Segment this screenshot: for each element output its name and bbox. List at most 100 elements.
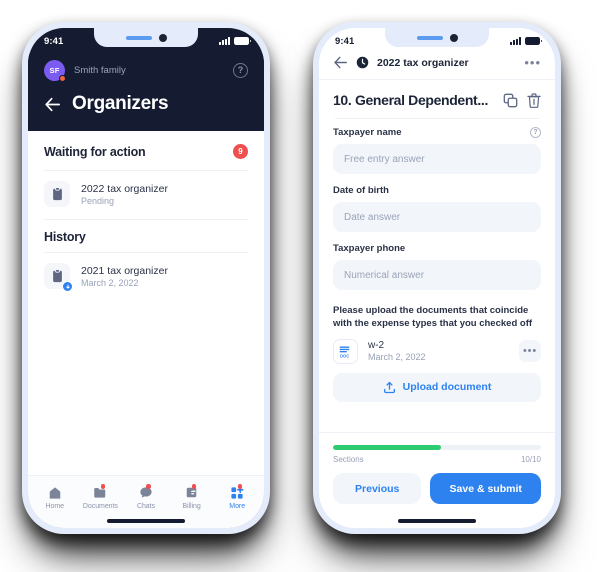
bottom-tab-bar: Home Documents Chats Billing More bbox=[28, 475, 264, 514]
list-item-title: 2021 tax organizer bbox=[81, 264, 168, 277]
field-label-row: Date of birth bbox=[333, 185, 541, 196]
form-fields: Taxpayer name ? Free entry answer Date o… bbox=[319, 119, 555, 421]
notification-dot-icon bbox=[237, 484, 243, 489]
content-body: Waiting for action 9 2022 tax organizer … bbox=[28, 131, 264, 528]
camera-icon bbox=[449, 33, 458, 42]
list-item-texts: 2021 tax organizer March 2, 2022 bbox=[81, 265, 168, 288]
dark-header: SF Smith family ? Organizers bbox=[28, 54, 264, 131]
waiting-count-badge: 9 bbox=[233, 144, 248, 159]
progress-labels: Sections 10/10 bbox=[333, 455, 541, 464]
billing-card-icon bbox=[185, 484, 198, 500]
presence-dot-icon bbox=[59, 74, 66, 82]
speaker-icon bbox=[125, 35, 152, 40]
clipboard-icon bbox=[44, 181, 70, 207]
account-row[interactable]: SF Smith family ? bbox=[44, 56, 248, 84]
download-badge-icon bbox=[62, 281, 73, 292]
field-taxpayer-phone: Taxpayer phone Numerical answer bbox=[333, 243, 541, 290]
upload-document-button[interactable]: Upload document bbox=[333, 372, 541, 402]
help-icon[interactable]: ? bbox=[233, 62, 248, 78]
progress-value: 10/10 bbox=[520, 455, 541, 464]
field-label: Taxpayer name bbox=[333, 127, 402, 138]
phone-device-left: 9:41 SF Smith family ? Organizers Waitin… bbox=[22, 22, 270, 534]
screen-organizers-list: 9:41 SF Smith family ? Organizers Waitin… bbox=[28, 28, 264, 528]
overflow-menu-icon[interactable]: ••• bbox=[524, 56, 541, 69]
battery-icon bbox=[234, 37, 252, 45]
back-arrow-icon[interactable] bbox=[333, 56, 348, 69]
phone-device-right: 9:41 2022 tax organizer ••• 10. General … bbox=[313, 22, 561, 534]
page-title: Organizers bbox=[72, 93, 169, 114]
screen-organizer-form: 9:41 2022 tax organizer ••• 10. General … bbox=[319, 28, 555, 528]
uploaded-document-row[interactable]: DOC w-2 March 2, 2022 ••• bbox=[333, 338, 541, 364]
question-title: 10. General Dependent... bbox=[333, 92, 488, 108]
document-date: March 2, 2022 bbox=[368, 352, 426, 363]
tab-label: More bbox=[229, 503, 246, 510]
tab-label: Home bbox=[45, 503, 65, 510]
clipboard-download-icon bbox=[44, 263, 73, 292]
home-icon bbox=[48, 485, 62, 500]
avatar[interactable]: SF bbox=[44, 59, 66, 82]
tab-billing[interactable]: Billing bbox=[170, 484, 214, 510]
list-item[interactable]: 2022 tax organizer Pending bbox=[28, 171, 264, 219]
list-item-texts: 2022 tax organizer Pending bbox=[81, 183, 168, 206]
progress-bar bbox=[333, 445, 541, 450]
trash-icon[interactable] bbox=[527, 92, 541, 108]
history-section-title: History bbox=[44, 230, 86, 244]
status-time: 9:41 bbox=[44, 35, 64, 47]
tab-documents[interactable]: Documents bbox=[78, 484, 122, 510]
form-header: 2022 tax organizer ••• bbox=[319, 54, 555, 80]
upload-icon bbox=[383, 381, 396, 394]
signal-icon bbox=[510, 37, 521, 45]
field-label-row: Taxpayer name ? bbox=[333, 127, 541, 138]
list-item[interactable]: 2021 tax organizer March 2, 2022 bbox=[28, 253, 264, 301]
history-section-header: History bbox=[28, 220, 264, 252]
status-icons bbox=[219, 37, 252, 45]
progress-label: Sections bbox=[333, 455, 364, 464]
save-submit-button[interactable]: Save & submit bbox=[430, 473, 541, 504]
status-icons bbox=[510, 37, 543, 45]
field-label: Taxpayer phone bbox=[333, 243, 406, 254]
svg-text:DOC: DOC bbox=[340, 353, 349, 358]
copy-icon[interactable] bbox=[503, 93, 518, 108]
upload-prompt: Please upload the documents that coincid… bbox=[333, 305, 533, 330]
previous-button[interactable]: Previous bbox=[333, 473, 422, 504]
tab-chats[interactable]: Chats bbox=[124, 484, 168, 510]
field-label-row: Taxpayer phone bbox=[333, 243, 541, 254]
camera-icon bbox=[158, 33, 167, 42]
question-title-row: 10. General Dependent... bbox=[319, 80, 555, 118]
notification-dot-icon bbox=[100, 484, 106, 489]
taxpayer-phone-input[interactable]: Numerical answer bbox=[333, 260, 541, 290]
device-notch bbox=[94, 28, 198, 47]
document-menu-icon[interactable]: ••• bbox=[519, 340, 541, 363]
field-date-of-birth: Date of birth Date answer bbox=[333, 185, 541, 232]
back-arrow-icon[interactable] bbox=[44, 97, 61, 112]
taxpayer-name-input[interactable]: Free entry answer bbox=[333, 144, 541, 174]
field-taxpayer-name: Taxpayer name ? Free entry answer bbox=[333, 127, 541, 174]
tab-more[interactable]: More bbox=[215, 484, 259, 510]
help-icon[interactable]: ? bbox=[530, 127, 541, 138]
document-name: w-2 bbox=[368, 340, 385, 352]
folder-icon bbox=[93, 484, 107, 500]
tab-label: Documents bbox=[82, 503, 118, 510]
date-of-birth-input[interactable]: Date answer bbox=[333, 202, 541, 232]
signal-icon bbox=[219, 37, 230, 45]
tab-label: Chats bbox=[136, 503, 155, 510]
notification-dot-icon bbox=[146, 484, 151, 489]
page-header: Organizers bbox=[44, 93, 248, 115]
tab-home[interactable]: Home bbox=[33, 485, 77, 510]
screenshot-stage: 9:41 SF Smith family ? Organizers Waitin… bbox=[0, 0, 597, 572]
battery-icon bbox=[525, 37, 543, 45]
doc-icon: DOC bbox=[333, 338, 358, 364]
grid-plus-icon bbox=[230, 484, 244, 500]
home-indicator bbox=[28, 514, 264, 528]
waiting-section-title: Waiting for action bbox=[44, 144, 146, 159]
home-indicator-bar[interactable] bbox=[107, 519, 185, 523]
progress-section: Sections 10/10 bbox=[319, 432, 555, 464]
list-item-status: Pending bbox=[81, 195, 115, 206]
clock-icon bbox=[356, 56, 369, 69]
upload-button-label: Upload document bbox=[402, 381, 492, 394]
tab-label: Billing bbox=[182, 503, 201, 510]
home-indicator-bar[interactable] bbox=[398, 519, 476, 523]
home-indicator bbox=[319, 514, 555, 528]
field-label: Date of birth bbox=[333, 185, 389, 196]
form-actions: Previous Save & submit bbox=[319, 464, 555, 514]
